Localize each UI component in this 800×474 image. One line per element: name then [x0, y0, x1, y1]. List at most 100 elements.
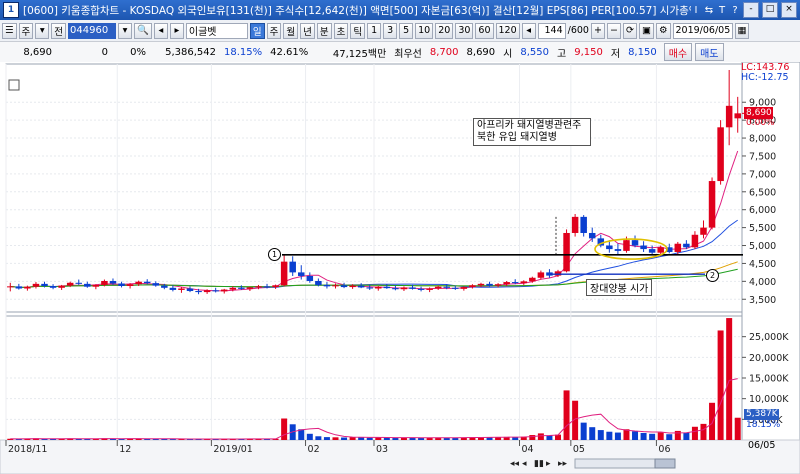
turnover-ratio: 42.61%	[270, 46, 309, 58]
sell-button[interactable]: 매도	[695, 43, 724, 61]
candle-body	[426, 288, 433, 290]
candle-body	[255, 286, 262, 288]
candle-note: 장대양봉 시가	[586, 279, 653, 296]
volume-bar	[657, 432, 664, 440]
period-month[interactable]: 월	[283, 22, 299, 39]
count-input[interactable]: 144	[537, 22, 566, 39]
volume-bar	[700, 423, 707, 440]
volume-tick-label: 10,000K	[749, 394, 789, 405]
stock-name-field[interactable]: 이글벳	[185, 22, 248, 39]
app-icon: 1	[3, 2, 19, 18]
zoom-out-icon[interactable]: −	[606, 22, 621, 39]
candle-body	[375, 286, 382, 289]
candle-body	[469, 285, 476, 288]
minute-20[interactable]: 20	[435, 22, 454, 39]
period-minute[interactable]: 분	[316, 22, 332, 39]
price-tick-label: 6,500	[749, 187, 776, 198]
window-title: [0600] 키움종합차트 - KOSDAQ 외국인보유[131(천)] 주식수…	[23, 4, 691, 17]
x-tick-label: 2019/01	[213, 444, 252, 455]
minute-10[interactable]: 10	[415, 22, 434, 39]
save-icon[interactable]: ▣	[638, 22, 654, 39]
candle-body	[272, 285, 279, 288]
candle-body	[92, 284, 100, 287]
candle-body	[580, 216, 587, 233]
count-total: /600	[567, 25, 589, 36]
candle-body	[725, 105, 733, 128]
scroll-left-icon[interactable]: ◂	[521, 22, 536, 39]
buy-button[interactable]: 매수	[663, 43, 693, 61]
candle-body	[126, 284, 134, 286]
candle-body	[332, 285, 339, 287]
info-icon[interactable]: I	[691, 5, 701, 16]
price-change-pct: 0%	[130, 46, 146, 58]
volume-pct-label: 18.15%	[746, 420, 781, 430]
hc-label: HC:-12.75	[741, 72, 789, 83]
volume-bar	[614, 432, 621, 440]
candle-body	[203, 290, 211, 293]
candle-body	[623, 240, 630, 251]
minute-3[interactable]: 3	[383, 22, 398, 39]
maximize-button[interactable]: □	[762, 2, 778, 18]
close-button[interactable]: ×	[781, 2, 797, 18]
minute-30[interactable]: 30	[455, 22, 474, 39]
date-input[interactable]: 2019/06/05	[672, 22, 733, 39]
menu-icon[interactable]: ☰	[2, 22, 17, 39]
window-titlebar: 1 [0600] 키움종합차트 - KOSDAQ 외국인보유[131(천)] 주…	[0, 0, 800, 20]
candle-body	[554, 271, 562, 276]
x-tick-label: 05	[573, 444, 585, 455]
zoom-in-icon[interactable]: +	[590, 22, 605, 39]
price-tick-label: 8,000	[749, 134, 776, 145]
candle-body	[734, 113, 741, 119]
minute-1[interactable]: 1	[367, 22, 382, 39]
candle-body	[340, 285, 348, 288]
volume-bar	[683, 432, 690, 440]
marker-2: 2	[706, 269, 719, 282]
candle-body	[161, 285, 168, 288]
period-year[interactable]: 년	[300, 22, 315, 39]
text-icon[interactable]: T	[717, 5, 727, 16]
settings-icon[interactable]: ⚙	[655, 22, 671, 39]
scroll-control-icon: ◂◂	[510, 459, 520, 469]
volume-bar	[366, 437, 373, 440]
search-icon[interactable]: 🔍	[134, 22, 152, 39]
candle-body	[563, 232, 570, 272]
price-tick-label: 4,000	[749, 277, 776, 288]
price-tick-label: 6,000	[749, 205, 776, 216]
candle-body	[49, 286, 57, 288]
candle-body	[511, 282, 519, 284]
candle-body	[520, 281, 528, 284]
minimize-button[interactable]: -	[743, 2, 759, 18]
candle-body	[229, 287, 237, 290]
link-icon[interactable]: ⇆	[704, 5, 714, 16]
chart-toolbar: ☰ 주 ▾ 전 044960 ▾ 🔍 ◂ ▸ 이글벳 일 주 월 년 분 초 틱…	[0, 20, 800, 42]
x-tick-label: 12	[119, 444, 131, 455]
candle-body	[143, 281, 151, 284]
interval-select[interactable]: 주	[18, 22, 34, 39]
period-week[interactable]: 주	[266, 22, 282, 39]
stock-chart[interactable]: 9,0008,5008,0007,5007,0006,5006,0005,500…	[0, 62, 800, 474]
calendar-icon[interactable]: ▦	[734, 22, 750, 39]
scroll-control-icon: ▸▸	[558, 459, 568, 469]
minute-60[interactable]: 60	[475, 22, 494, 39]
candle-body	[66, 282, 74, 286]
help-icon[interactable]: ?	[730, 5, 740, 16]
period-second[interactable]: 초	[333, 22, 349, 39]
minute-5[interactable]: 5	[399, 22, 414, 39]
candle-body	[460, 287, 468, 289]
code-dropdown-icon[interactable]: ▾	[118, 22, 133, 39]
period-day[interactable]: 일	[249, 22, 265, 39]
period-tick[interactable]: 틱	[350, 22, 366, 39]
current-volume-tag: 5,387K	[744, 409, 779, 420]
stock-code-input[interactable]: 044960	[68, 22, 117, 39]
minute-120[interactable]: 120	[495, 22, 520, 39]
high-label: 고	[557, 48, 567, 60]
prev-stock-icon[interactable]: ◂	[153, 22, 168, 39]
refresh-icon[interactable]: ⟳	[622, 22, 637, 39]
trade-amount: 47,125백만	[332, 48, 387, 60]
all-button[interactable]: 전	[51, 22, 67, 39]
candle-body	[101, 280, 108, 285]
candle-body	[15, 286, 23, 289]
dropdown-arrow-icon[interactable]: ▾	[35, 22, 50, 39]
next-stock-icon[interactable]: ▸	[169, 22, 184, 39]
candle-body	[238, 287, 245, 289]
